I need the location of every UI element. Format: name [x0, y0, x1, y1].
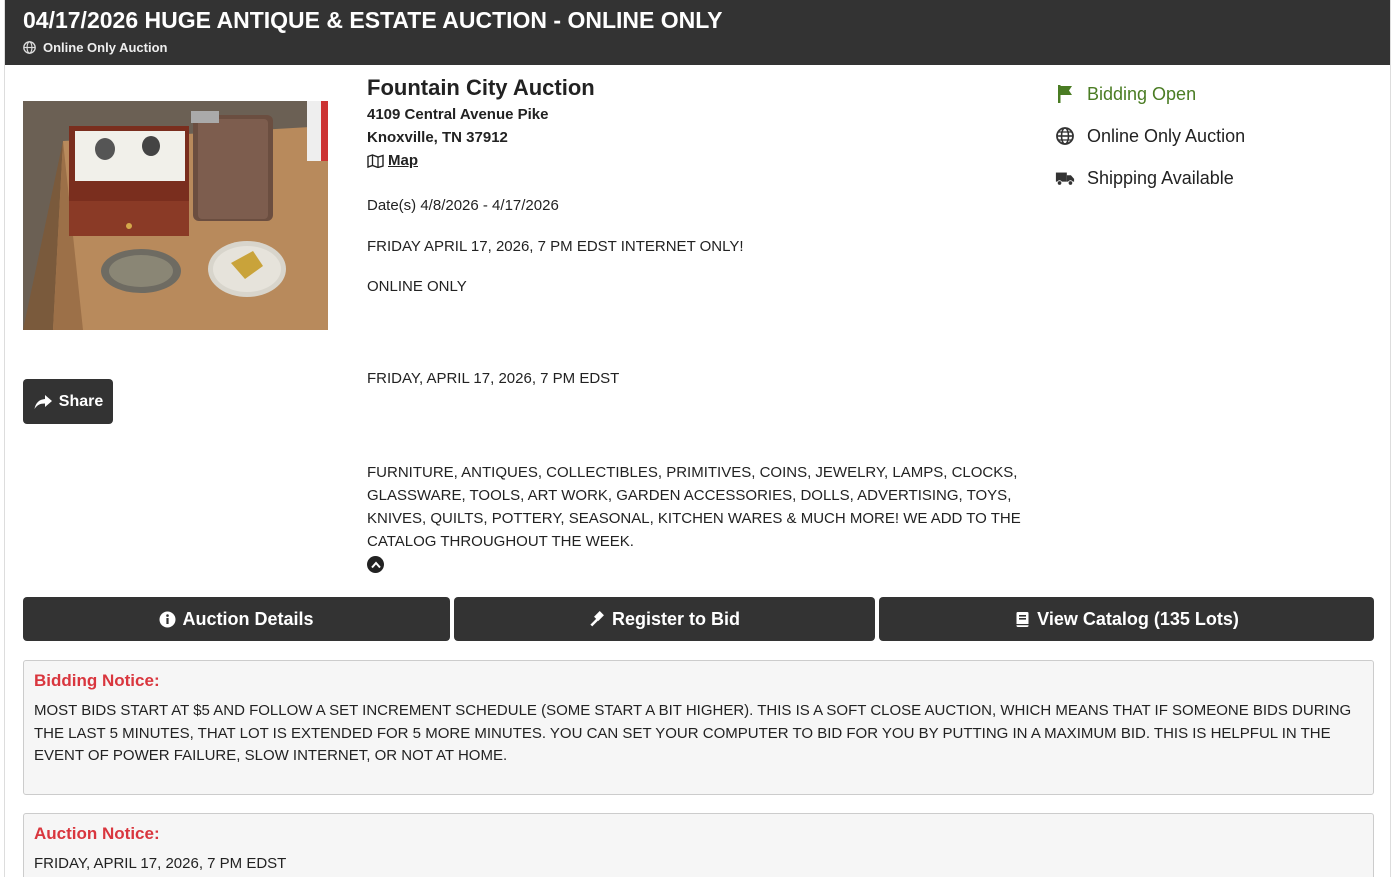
shipping-text: Shipping Available — [1087, 167, 1234, 188]
bidding-notice-body: MOST BIDS START AT $5 AND FOLLOW A SET I… — [34, 702, 1352, 764]
auction-details-label: Auction Details — [182, 608, 314, 629]
bidding-status-text: Bidding Open — [1087, 83, 1197, 104]
share-icon — [34, 394, 52, 409]
bidding-notice-title: Bidding Notice: — [34, 671, 160, 690]
auction-notice: Auction Notice: FRIDAY, APRIL 17, 2026, … — [23, 813, 1374, 877]
auction-details-button[interactable]: Auction Details — [23, 597, 450, 641]
share-button[interactable]: Share — [23, 379, 113, 424]
book-icon — [1016, 611, 1029, 627]
address-line-2: Knoxville, TN 37912 — [367, 129, 508, 146]
collapse-toggle[interactable] — [367, 556, 384, 573]
auction-type-text: Online Only Auction — [1087, 125, 1246, 146]
map-icon — [367, 153, 384, 168]
map-link[interactable]: Map — [367, 149, 1037, 172]
subtitle-text: Online Only Auction — [43, 40, 168, 55]
register-to-bid-label: Register to Bid — [611, 608, 740, 629]
bidding-notice: Bidding Notice: MOST BIDS START AT $5 AN… — [23, 660, 1374, 795]
auctioneer-name[interactable]: Fountain City Auction — [367, 73, 1037, 103]
auction-notice-title: Auction Notice: — [34, 824, 160, 843]
share-label: Share — [58, 392, 104, 410]
action-buttons: Auction Details Register to Bid View Cat… — [23, 597, 1374, 641]
page-title: 04/17/2026 HUGE ANTIQUE & ESTATE AUCTION… — [23, 7, 723, 33]
view-catalog-button[interactable]: View Catalog (135 Lots) — [879, 597, 1374, 641]
auction-status-panel: Bidding Open Online Only Auction Shippin… — [1055, 73, 1375, 199]
description-line-2: ONLINE ONLY — [367, 278, 467, 295]
truck-icon — [1055, 172, 1075, 186]
description-line-4: FURNITURE, ANTIQUES, COLLECTIBLES, PRIMI… — [367, 464, 1021, 550]
map-label: Map — [388, 152, 418, 169]
gavel-icon — [590, 610, 604, 626]
auction-page: 04/17/2026 HUGE ANTIQUE & ESTATE AUCTION… — [4, 0, 1391, 877]
auction-summary: Share Fountain City Auction 4109 Central… — [5, 65, 1390, 595]
register-to-bid-button[interactable]: Register to Bid — [454, 597, 875, 641]
auction-photo[interactable] — [23, 101, 328, 330]
chevron-up-icon — [370, 560, 381, 568]
shipping-status: Shipping Available — [1055, 157, 1375, 199]
auction-notice-body: FRIDAY, APRIL 17, 2026, 7 PM EDST — [34, 855, 287, 872]
globe-icon — [23, 41, 36, 54]
description-line-3: FRIDAY, APRIL 17, 2026, 7 PM EDST — [367, 370, 620, 387]
auction-type-status: Online Only Auction — [1055, 115, 1375, 157]
auction-info: Fountain City Auction 4109 Central Avenu… — [367, 73, 1037, 573]
bidding-status: Bidding Open — [1055, 73, 1375, 115]
auction-dates: Date(s) 4/8/2026 - 4/17/2026 — [367, 197, 559, 214]
title-bar: 04/17/2026 HUGE ANTIQUE & ESTATE AUCTION… — [5, 0, 1390, 65]
globe-icon — [1056, 127, 1074, 145]
address-line-1: 4109 Central Avenue Pike — [367, 106, 549, 123]
description-line-1: FRIDAY APRIL 17, 2026, 7 PM EDST INTERNE… — [367, 238, 744, 255]
info-icon — [159, 611, 176, 627]
flag-icon — [1058, 85, 1072, 103]
view-catalog-label: View Catalog (135 Lots) — [1037, 608, 1239, 629]
auction-type-subtitle: Online Only Auction — [23, 40, 1372, 55]
